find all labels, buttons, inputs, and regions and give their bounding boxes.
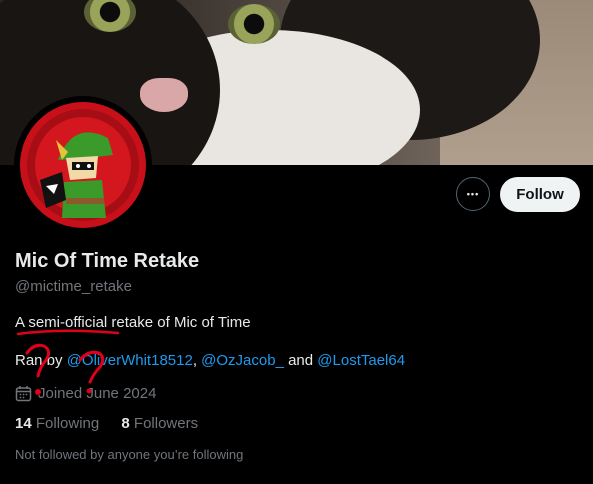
mutual-followers-note: Not followed by anyone you’re following <box>15 447 244 462</box>
followers-stat[interactable]: 8 Followers <box>121 415 198 432</box>
annotation-underline <box>16 329 120 336</box>
following-stat[interactable]: 14 Following <box>15 415 99 432</box>
followers-count: 8 <box>121 415 130 432</box>
profile-bio: A semi-official retake of Mic of Time <box>15 314 251 331</box>
avatar-illustration <box>20 102 146 228</box>
calendar-icon <box>15 386 32 402</box>
more-options-button[interactable]: ••• <box>456 177 490 211</box>
follow-stats: 14 Following 8 Followers <box>15 415 216 432</box>
following-label: Following <box>31 415 100 432</box>
cat-eye-right <box>228 4 280 44</box>
more-icon: ••• <box>466 189 480 199</box>
mention-link-losttael[interactable]: @LostTael64 <box>317 352 405 369</box>
follow-button[interactable]: Follow <box>500 177 580 212</box>
joined-date: Joined June 2024 <box>15 385 156 402</box>
mention-link-oliverwhit[interactable]: @OliverWhit18512 <box>67 352 193 369</box>
separator-comma: , <box>192 352 202 369</box>
followers-label: Followers <box>129 415 199 432</box>
display-name: Mic Of Time Retake <box>15 250 200 272</box>
separator-and: and <box>283 352 318 369</box>
user-handle: @mictime_retake <box>15 278 132 295</box>
following-count: 14 <box>15 415 32 432</box>
ran-by-prefix: Ran by <box>15 352 67 369</box>
mention-link-ozjacob[interactable]: @OzJacob_ <box>201 352 284 369</box>
cat-nose <box>140 78 188 112</box>
ran-by-line: Ran by @OliverWhit18512, @OzJacob_ and @… <box>15 352 405 369</box>
profile-avatar[interactable] <box>14 96 152 234</box>
joined-text: Joined June 2024 <box>38 385 157 402</box>
